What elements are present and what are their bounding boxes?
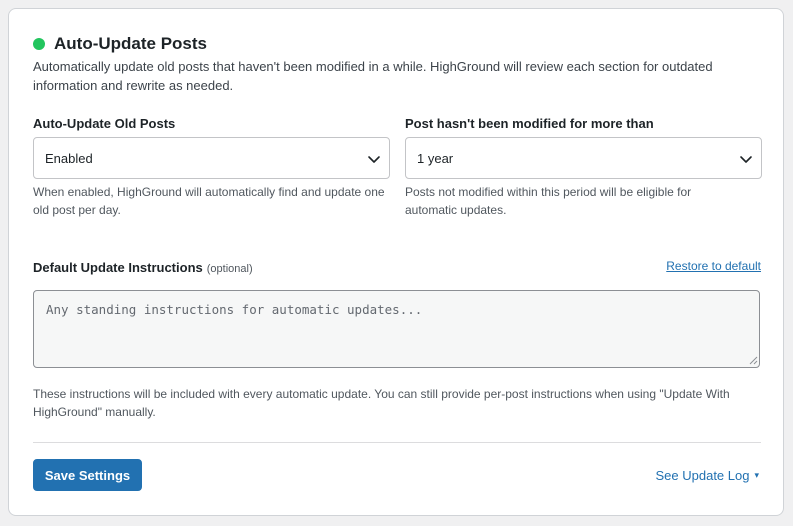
instructions-note: These instructions will be included with… xyxy=(33,387,730,419)
age-threshold-help: Posts not modified within this period wi… xyxy=(405,185,692,217)
caret-down-icon: ▾ xyxy=(754,470,759,480)
auto-update-card: Auto-Update Posts Automatically update o… xyxy=(8,8,784,516)
instructions-textarea[interactable] xyxy=(33,290,760,368)
status-dot-icon xyxy=(33,38,45,50)
instructions-label: Default Update Instructions (optional) xyxy=(33,260,253,275)
divider xyxy=(33,442,761,443)
age-threshold-select[interactable]: 1 year xyxy=(405,137,762,179)
age-threshold-label: Post hasn't been modified for more than xyxy=(405,116,654,131)
auto-update-help: When enabled, HighGround will automatica… xyxy=(33,185,385,217)
see-update-log-link[interactable]: See Update Log ▾ xyxy=(656,468,760,483)
section-header: Auto-Update Posts xyxy=(33,34,207,54)
optional-tag: (optional) xyxy=(206,263,253,275)
instructions-label-text: Default Update Instructions xyxy=(33,260,203,275)
instructions-label-row: Default Update Instructions (optional) Re… xyxy=(33,259,761,277)
age-threshold-selected-value: 1 year xyxy=(417,150,454,166)
chevron-down-icon xyxy=(368,156,380,163)
section-description: Automatically update old posts that have… xyxy=(33,59,713,93)
resize-grip-icon[interactable] xyxy=(749,356,758,365)
auto-update-selected-value: Enabled xyxy=(45,150,93,166)
section-title: Auto-Update Posts xyxy=(54,34,207,53)
see-update-log-label: See Update Log xyxy=(655,468,750,483)
chevron-down-icon xyxy=(740,156,752,163)
auto-update-select[interactable]: Enabled xyxy=(33,137,390,179)
auto-update-label: Auto-Update Old Posts xyxy=(33,116,176,131)
restore-default-link[interactable]: Restore to default xyxy=(666,259,761,273)
save-settings-button[interactable]: Save Settings xyxy=(33,459,142,491)
